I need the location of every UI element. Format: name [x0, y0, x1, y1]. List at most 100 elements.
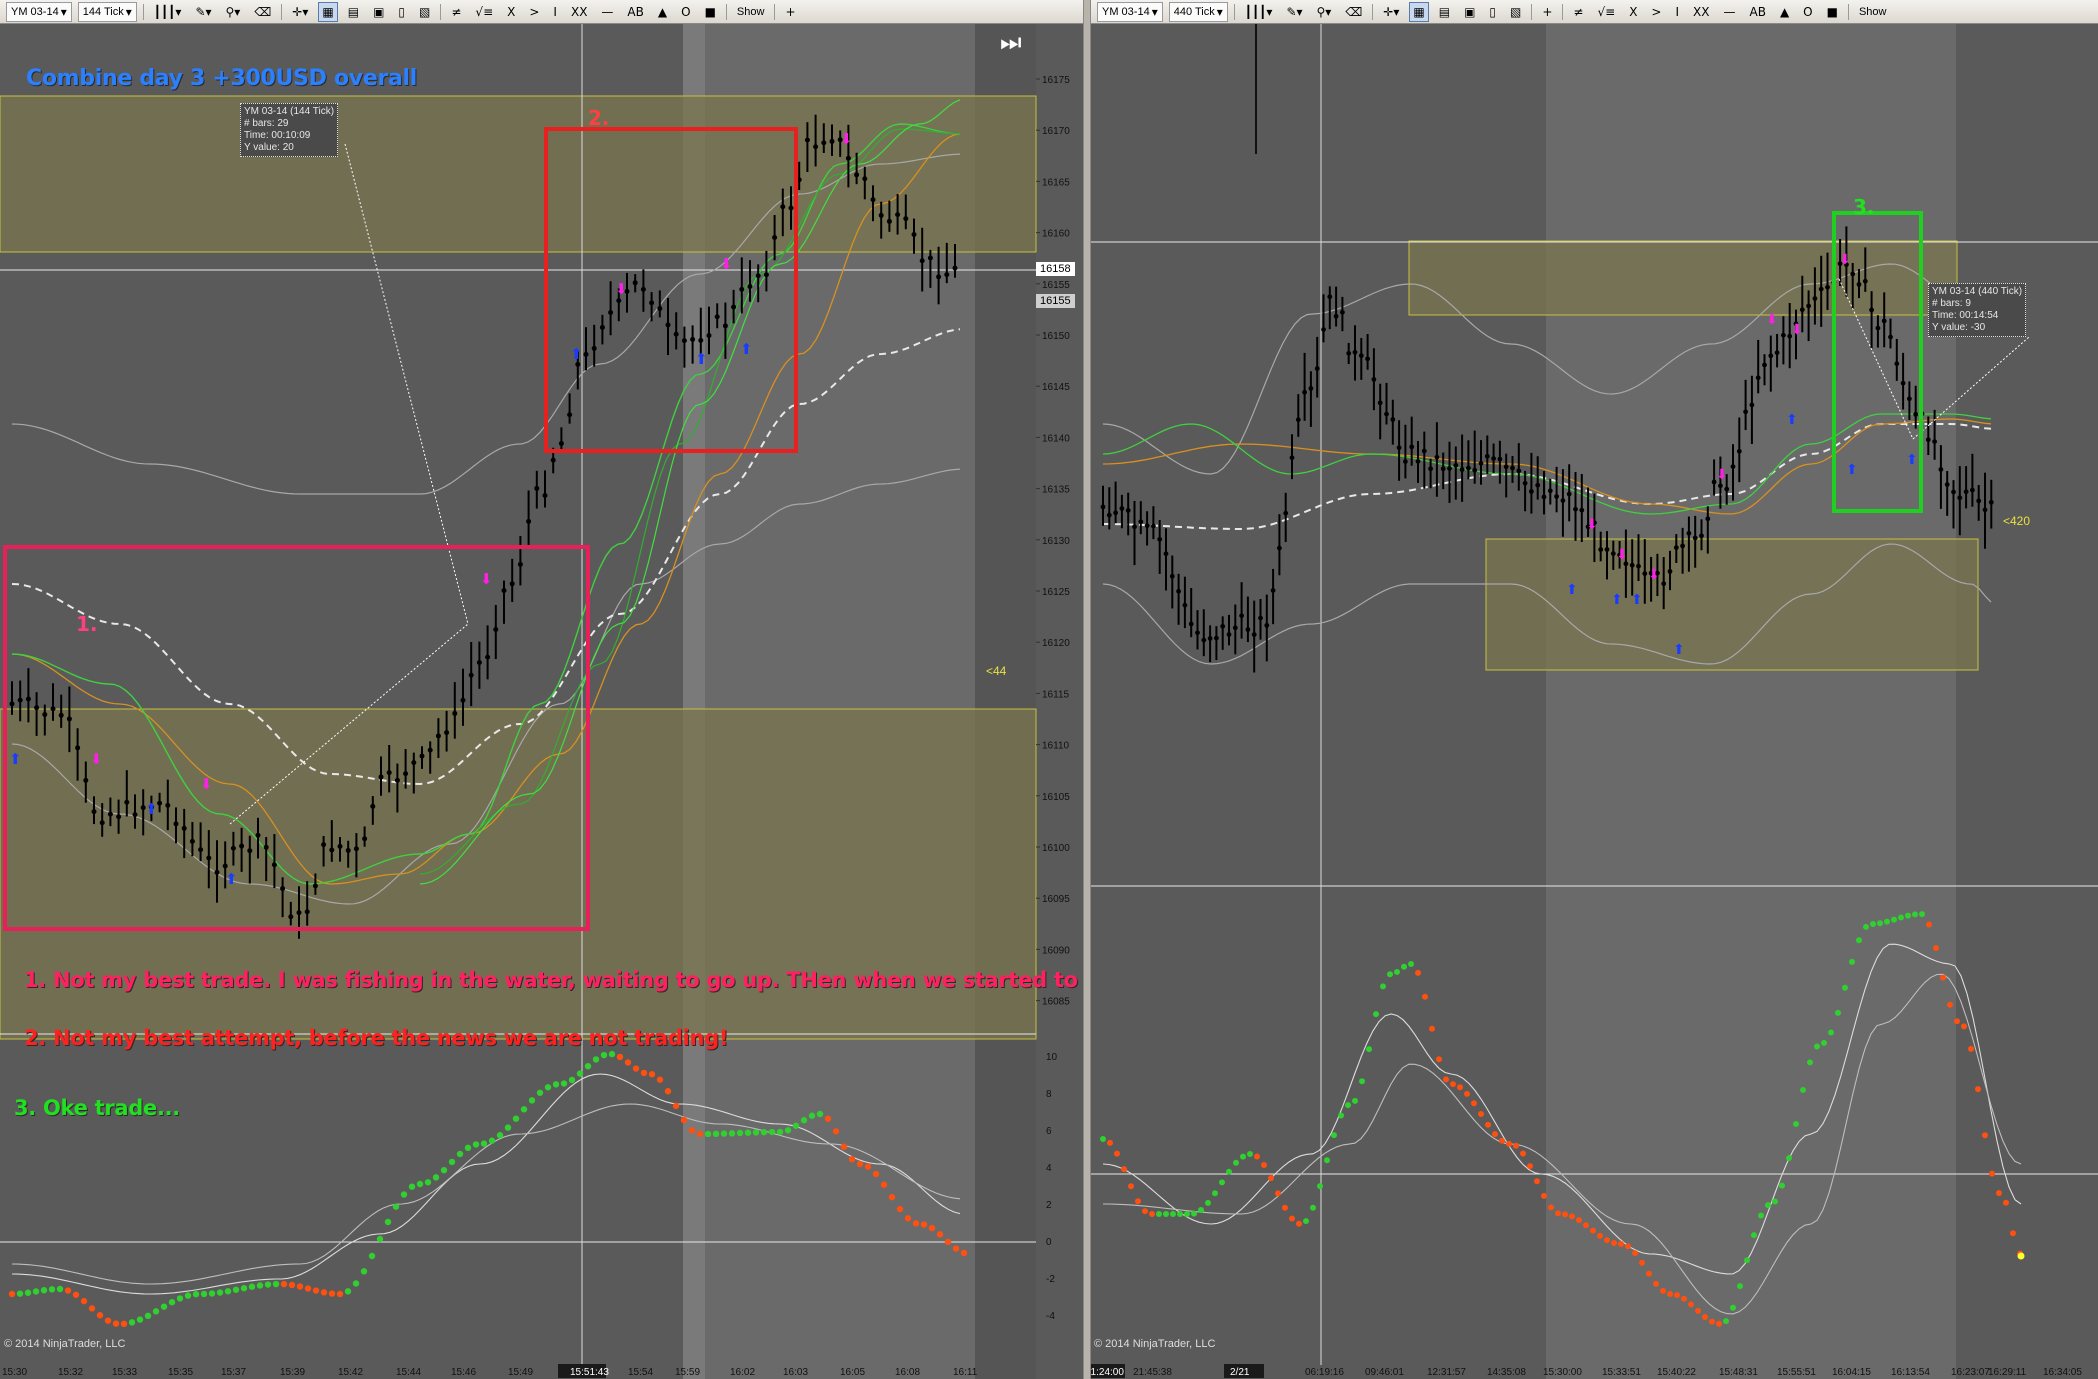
- tooltip-line: # bars: 29: [244, 118, 289, 129]
- bar-close: [1629, 562, 1635, 568]
- scroll-to-end-icon[interactable]: ⏭: [1000, 28, 1022, 56]
- rectangle-icon[interactable]: ■: [701, 2, 720, 22]
- ray-icon[interactable]: >: [1647, 2, 1665, 22]
- eraser-icon[interactable]: ⌫: [250, 2, 275, 22]
- vertical-line-icon[interactable]: I: [549, 2, 561, 22]
- right-chart-panel[interactable]: YM 03-14 ▾ 440 Tick ▾ ┃┃┃▾ ✎▾ ⚲▾ ⌫ ✛▾ ▦ …: [1091, 0, 2098, 1379]
- properties-icon[interactable]: ▣: [369, 2, 388, 22]
- double-cross-icon[interactable]: XX: [567, 2, 591, 22]
- triangle-icon[interactable]: ▲: [654, 2, 671, 22]
- bar-close: [17, 697, 23, 703]
- triangle-icon[interactable]: ▲: [1776, 2, 1793, 22]
- bar-close: [1472, 467, 1478, 473]
- bar-close: [1522, 480, 1528, 486]
- indicator-icon[interactable]: ⚲▾: [1313, 2, 1336, 22]
- indicator-dot: [336, 1290, 344, 1298]
- bar-close: [452, 710, 458, 716]
- bar-close: [1661, 581, 1667, 587]
- interval-selector[interactable]: 144 Tick ▾: [77, 1, 137, 22]
- horizontal-line-icon[interactable]: —: [1719, 2, 1739, 22]
- chart-splitter[interactable]: [1083, 0, 1091, 1379]
- buy-arrow-icon: ⬆: [695, 350, 708, 368]
- bar-close: [1913, 411, 1919, 417]
- double-cross-icon[interactable]: XX: [1689, 2, 1713, 22]
- bar-type-icon[interactable]: ┃┃┃▾: [1241, 2, 1277, 22]
- instrument-selector[interactable]: YM 03-14 ▾: [6, 1, 72, 22]
- indicator-dot: [232, 1286, 240, 1293]
- cross-icon[interactable]: X: [1625, 2, 1641, 22]
- rectangle-icon[interactable]: ■: [1823, 2, 1842, 22]
- fib-icon[interactable]: √≡: [1593, 2, 1619, 22]
- strategies-icon[interactable]: ▧: [1506, 2, 1525, 22]
- sell-arrow-icon: ⬇: [1648, 567, 1660, 583]
- indicator-dot: [1226, 1168, 1232, 1175]
- text-icon[interactable]: AB: [1745, 2, 1769, 22]
- show-button[interactable]: Show: [1855, 2, 1891, 22]
- add-icon[interactable]: +: [1538, 2, 1556, 22]
- bar-close: [1636, 563, 1641, 569]
- data-box-icon[interactable]: ▤: [1435, 2, 1454, 22]
- indicator-dot: [576, 1070, 584, 1077]
- show-button[interactable]: Show: [733, 2, 769, 22]
- indicator-icon[interactable]: ⚲▾: [222, 2, 245, 22]
- copy-icon[interactable]: ▯: [394, 2, 409, 22]
- add-icon[interactable]: +: [781, 2, 799, 22]
- ruler-icon[interactable]: ≠: [1569, 2, 1587, 22]
- interval-selector[interactable]: 440 Tick ▾: [1168, 1, 1228, 22]
- indicator-dot: [456, 1150, 464, 1158]
- crosshair-icon[interactable]: ✛▾: [1379, 2, 1403, 22]
- vertical-line-icon[interactable]: I: [1671, 2, 1683, 22]
- time-axis-label: 15:37: [221, 1367, 246, 1378]
- data-box-icon[interactable]: ▤: [344, 2, 363, 22]
- indicator-dot: [1205, 1199, 1211, 1206]
- cross-icon[interactable]: X: [503, 2, 519, 22]
- tooltip-line: YM 03-14 (440 Tick): [1932, 286, 2023, 297]
- indicator-dot: [1996, 1189, 2002, 1196]
- bar-close: [1976, 498, 1982, 504]
- indicator-dot: [1870, 920, 1876, 927]
- bar-type-icon[interactable]: ┃┃┃▾: [150, 2, 186, 22]
- tooltip-line: # bars: 9: [1932, 298, 1971, 309]
- indicator-dot: [1513, 1142, 1519, 1149]
- bar-close: [1321, 327, 1326, 332]
- chart-trader-icon[interactable]: ▦: [318, 1, 338, 22]
- pencil-icon[interactable]: ✎▾: [191, 2, 215, 22]
- ellipse-icon[interactable]: O: [677, 2, 694, 22]
- instrument-selector[interactable]: YM 03-14 ▾: [1097, 1, 1163, 22]
- ruler-icon[interactable]: ≠: [447, 2, 465, 22]
- indicator-dot: [1919, 911, 1925, 918]
- session-shading: [1546, 24, 1956, 1379]
- indicator-dot: [1583, 1222, 1589, 1229]
- properties-icon[interactable]: ▣: [1460, 2, 1479, 22]
- sell-arrow-icon: ⬇: [1766, 312, 1778, 328]
- ray-icon[interactable]: >: [525, 2, 543, 22]
- horizontal-line-icon[interactable]: —: [597, 2, 617, 22]
- indicator-dot: [1772, 1198, 1778, 1205]
- indicator-dot: [824, 1115, 832, 1122]
- indicator-dot: [1142, 1208, 1148, 1215]
- bar-close: [870, 197, 876, 203]
- left-price-chart[interactable]: ⬆⬆⬆⬆⬆⬆⬇⬇⬇⬇⬇⬇1617516170161651616016155161…: [0, 24, 1083, 1379]
- chart-trader-icon[interactable]: ▦: [1409, 1, 1429, 22]
- indicator-dot: [1590, 1227, 1596, 1234]
- eraser-icon[interactable]: ⌫: [1341, 2, 1366, 22]
- indicator-dot: [1492, 1131, 1498, 1138]
- bar-close: [1768, 353, 1774, 359]
- indicator-dot: [288, 1281, 296, 1289]
- buy-arrow-icon: ⬆: [1566, 582, 1578, 598]
- strategies-icon[interactable]: ▧: [415, 2, 434, 22]
- copy-icon[interactable]: ▯: [1485, 2, 1500, 22]
- crosshair-icon[interactable]: ✛▾: [288, 2, 312, 22]
- text-icon[interactable]: AB: [623, 2, 647, 22]
- fib-icon[interactable]: √≡: [471, 2, 497, 22]
- indicator-dot: [584, 1062, 592, 1070]
- buy-arrow-icon: ⬆: [145, 800, 158, 818]
- pencil-icon[interactable]: ✎▾: [1282, 2, 1306, 22]
- indicator-dot: [384, 1218, 392, 1226]
- indicator-dot: [96, 1312, 104, 1319]
- bar-close: [1415, 458, 1421, 464]
- right-price-chart[interactable]: ⬆ ⬆ ⬆ ⬆ ⬆ ⬆ ⬆ ⬇ ⬇ ⬇ ⬇ ⬇ ⬇ ⬇ 21:24:00 21:45:38 2/21 06:19:…: [1091, 24, 2098, 1379]
- ellipse-icon[interactable]: O: [1799, 2, 1816, 22]
- time-axis-label: 09:46:01: [1365, 1367, 1404, 1378]
- left-chart-panel[interactable]: YM 03-14 ▾ 144 Tick ▾ ┃┃┃▾ ✎▾ ⚲▾ ⌫ ✛▾ ▦ …: [0, 0, 1083, 1379]
